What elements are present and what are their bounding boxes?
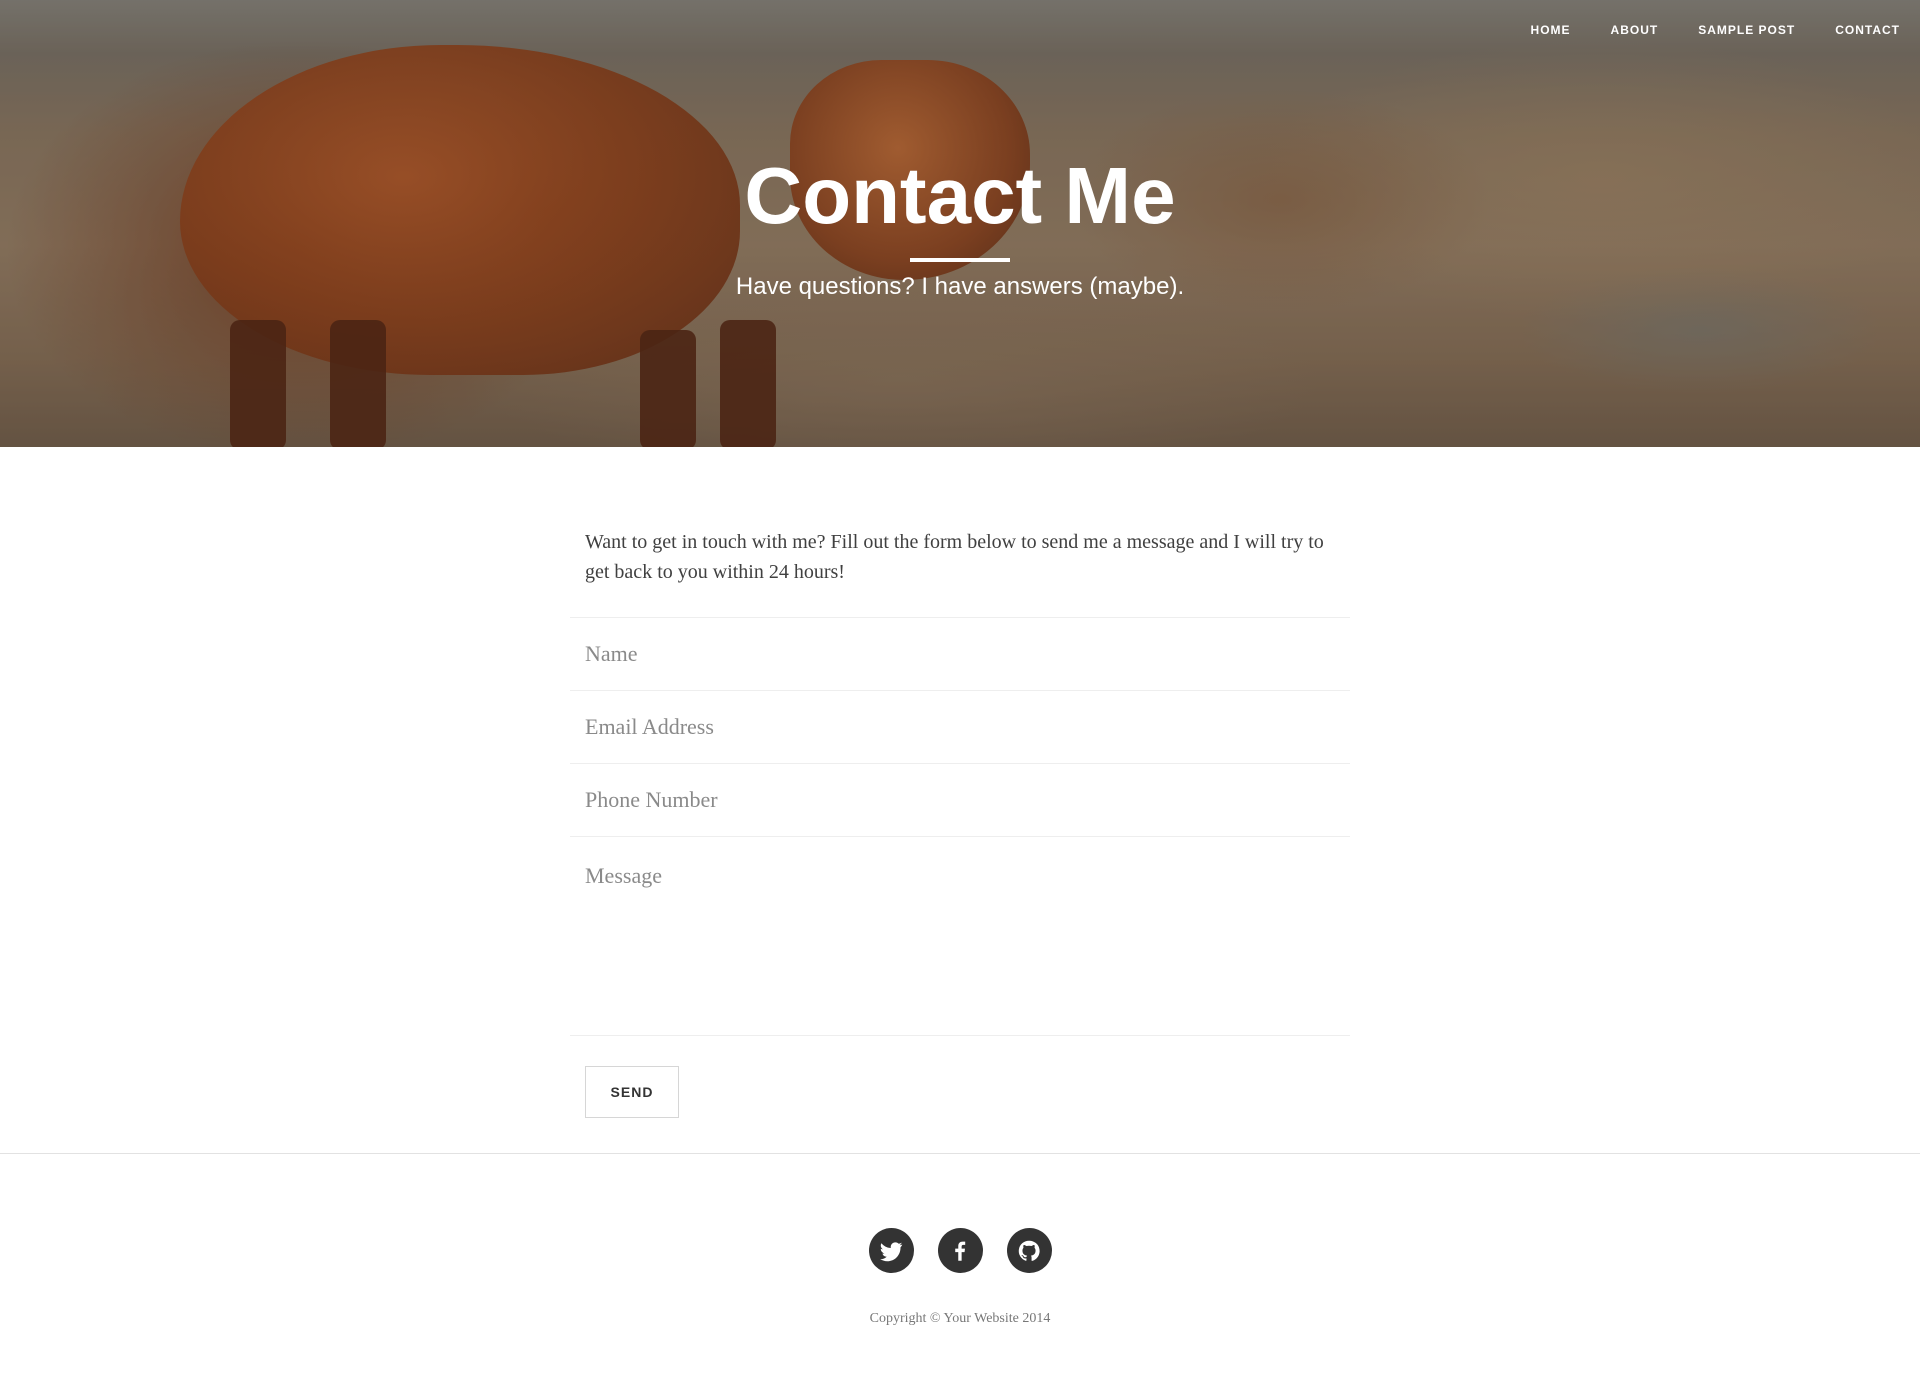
send-button[interactable]: SEND — [585, 1066, 679, 1118]
nav-item-about[interactable]: ABOUT — [1591, 20, 1679, 40]
facebook-link[interactable] — [937, 1228, 983, 1273]
message-field-row — [570, 836, 1350, 1036]
header-image-cow-leg — [720, 320, 776, 447]
social-links — [0, 1228, 1920, 1273]
twitter-link[interactable] — [868, 1228, 914, 1273]
header-image-cow-leg — [330, 320, 386, 447]
nav-item-sample-post[interactable]: SAMPLE POST — [1678, 20, 1815, 40]
name-field-row — [570, 617, 1350, 690]
title-divider — [910, 258, 1010, 262]
contact-form: SEND — [570, 617, 1350, 1153]
twitter-icon — [880, 1241, 903, 1261]
page-heading: Contact Me Have questions? I have answer… — [0, 148, 1920, 302]
main-navigation: HOME ABOUT SAMPLE POST CONTACT — [1511, 20, 1900, 40]
nav-item-contact[interactable]: CONTACT — [1815, 20, 1900, 40]
phone-field-row — [570, 763, 1350, 836]
header-image-cow-leg — [230, 320, 286, 447]
header-image-cow-leg — [640, 330, 696, 447]
page-footer: Copyright © Your Website 2014 — [0, 1153, 1920, 1327]
github-link[interactable] — [1006, 1228, 1052, 1273]
email-input[interactable] — [585, 714, 1335, 740]
main-content: Want to get in touch with me? Fill out t… — [570, 447, 1350, 1153]
facebook-icon — [955, 1241, 966, 1261]
message-textarea[interactable] — [585, 863, 1335, 1023]
page-title: Contact Me — [744, 151, 1176, 240]
intro-text: Want to get in touch with me? Fill out t… — [585, 531, 1324, 583]
nav-item-home[interactable]: HOME — [1511, 20, 1591, 40]
page-subheading: Have questions? I have answers (maybe). — [735, 273, 1185, 300]
name-input[interactable] — [585, 641, 1335, 667]
page-header: HOME ABOUT SAMPLE POST CONTACT Contact M… — [0, 0, 1920, 447]
send-row: SEND — [570, 1036, 1350, 1153]
copyright-text: Copyright © Your Website 2014 — [869, 1311, 1051, 1326]
email-field-row — [570, 690, 1350, 763]
github-icon — [1018, 1240, 1040, 1261]
phone-input[interactable] — [585, 787, 1335, 813]
